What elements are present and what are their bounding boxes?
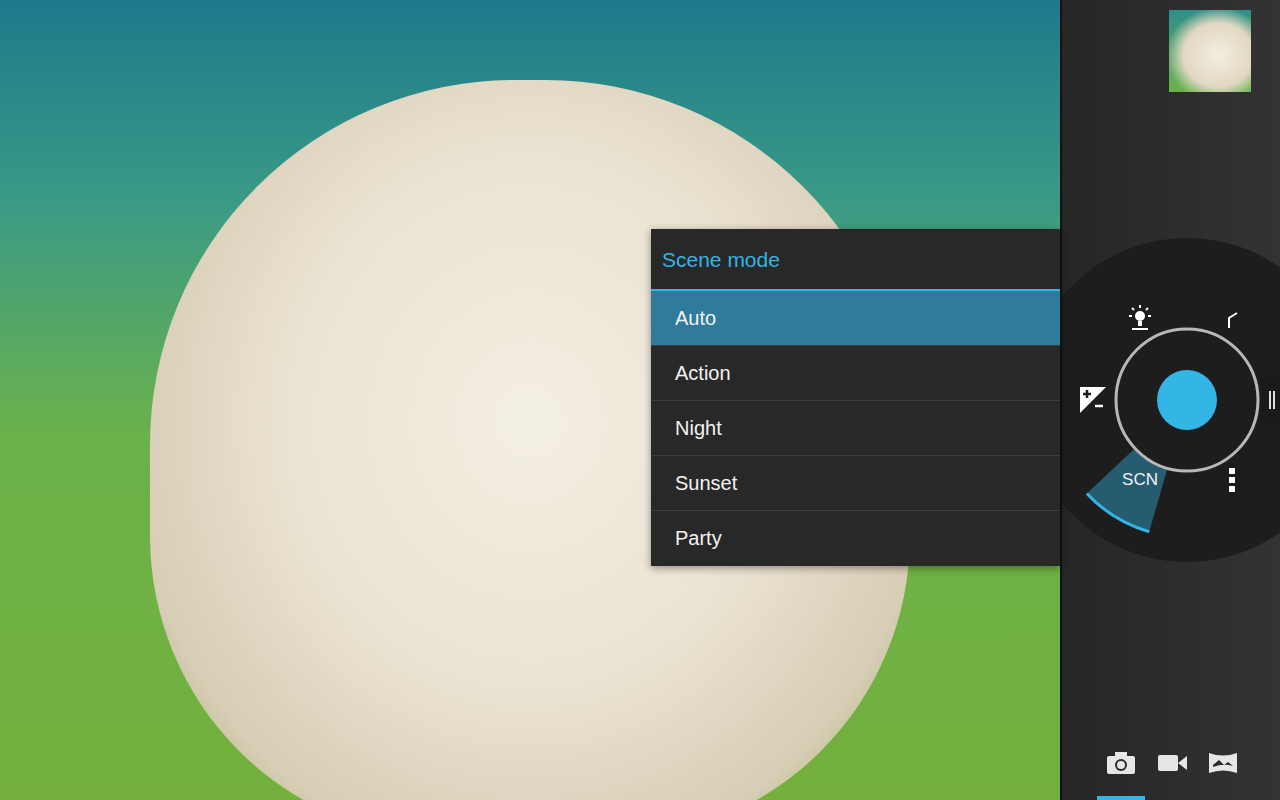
camera-screen: SCN Scene mode AutoActionNightSunsetPart… <box>0 0 1280 800</box>
more-setting[interactable] <box>1227 467 1237 493</box>
selected-sector <box>1087 449 1167 532</box>
exposure-setting[interactable] <box>1078 385 1108 415</box>
menu-item[interactable]: Sunset <box>651 456 1060 511</box>
photo-mode-button[interactable] <box>1097 742 1145 800</box>
menu-item[interactable]: Party <box>651 511 1060 566</box>
scene-label[interactable]: SCN <box>1122 470 1158 490</box>
bulb-icon <box>1125 303 1155 333</box>
control-panel: SCN <box>1060 0 1280 800</box>
exposure-icon <box>1078 385 1108 415</box>
menu-title: Scene mode <box>651 229 1060 291</box>
camera-icon <box>1105 750 1137 776</box>
grip-icon <box>1268 390 1276 410</box>
mode-indicator <box>1097 796 1145 800</box>
mode-indicator <box>1148 796 1196 800</box>
panel-grip[interactable] <box>1260 376 1280 424</box>
ring-background <box>1062 238 1280 562</box>
menu-item[interactable]: Action <box>651 346 1060 401</box>
scene-setting[interactable]: SCN <box>1122 470 1158 490</box>
inner-ring <box>1116 329 1258 471</box>
menu-item[interactable]: Night <box>651 401 1060 456</box>
panorama-mode-button[interactable] <box>1199 742 1247 800</box>
video-icon <box>1156 750 1188 776</box>
scene-mode-menu: Scene mode AutoActionNightSunsetParty <box>651 229 1060 566</box>
selected-arc <box>1087 493 1149 531</box>
shutter-button[interactable] <box>1157 370 1217 430</box>
more-icon <box>1227 467 1237 493</box>
flash-icon <box>1225 310 1245 330</box>
video-mode-button[interactable] <box>1148 742 1196 800</box>
mode-switcher <box>1062 742 1280 800</box>
thumbnail-row <box>1062 0 1280 92</box>
last-photo-thumbnail[interactable] <box>1169 10 1251 92</box>
flash-setting[interactable] <box>1225 310 1245 330</box>
mode-indicator <box>1199 796 1247 800</box>
menu-item[interactable]: Auto <box>651 291 1060 346</box>
white-balance-setting[interactable] <box>1125 303 1155 333</box>
panorama-icon <box>1207 750 1239 776</box>
